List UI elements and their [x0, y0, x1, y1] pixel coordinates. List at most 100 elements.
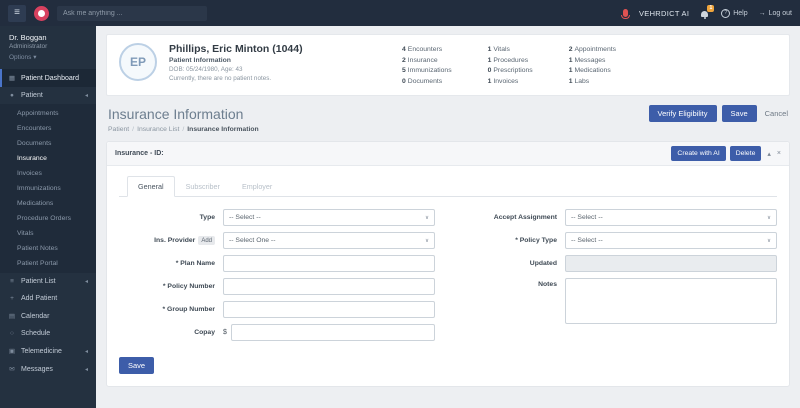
chevron-down-icon: ▾ [33, 54, 36, 61]
verify-eligibility-button[interactable]: Verify Eligibility [649, 105, 717, 122]
cancel-button[interactable]: Cancel [765, 109, 788, 118]
sidebar: Dr. Boggan Administrator Options ▾ ▦ Pat… [0, 26, 96, 408]
search-input[interactable] [57, 6, 207, 21]
user-name: Dr. Boggan [9, 33, 87, 42]
topbar: ≡ VEHRDICT AI 1 ? Help → Log out [0, 0, 800, 26]
form-row-group-number: * Group Number [119, 301, 435, 318]
selected-value: -- Select One -- [229, 237, 275, 244]
sidebar-item-medications[interactable]: Medications [0, 196, 96, 211]
chevron-down-icon: ∨ [425, 238, 429, 244]
insurance-form: Type -- Select -- ∨ Ins. Provider Add [119, 209, 777, 347]
chevron-down-icon: ∨ [425, 215, 429, 221]
stat-prescriptions: 0Prescriptions [488, 66, 533, 77]
notes-textarea[interactable] [565, 278, 777, 324]
collapse-icon[interactable]: ▴ [767, 150, 771, 158]
sidebar-item-procedure-orders[interactable]: Procedure Orders [0, 211, 96, 226]
save-button-bottom[interactable]: Save [119, 357, 154, 374]
sidebar-item-label: Patient Dashboard [21, 75, 79, 82]
sidebar-item-vitals[interactable]: Vitals [0, 226, 96, 241]
help-icon: ? [721, 9, 730, 18]
stats-column: 4Encounters 2Insurance 5Immunizations 0D… [402, 45, 452, 87]
panel-actions: Create with AI Delete ▴ × [671, 146, 781, 161]
form-column-right: Accept Assignment -- Select -- ∨ * Polic… [461, 209, 777, 347]
sidebar-item-patient-notes[interactable]: Patient Notes [0, 241, 96, 256]
page-actions: Verify Eligibility Save Cancel [649, 105, 789, 122]
stat-documents: 0Documents [402, 77, 452, 88]
accept-assignment-select[interactable]: -- Select -- ∨ [565, 209, 777, 226]
logout-button[interactable]: → Log out [759, 10, 792, 17]
sidebar-item-patient-dashboard[interactable]: ▦ Patient Dashboard [0, 69, 96, 87]
microphone-icon[interactable] [623, 9, 628, 17]
sidebar-item-messages[interactable]: ✉ Messages ◂ [0, 360, 96, 378]
patient-info: Phillips, Eric Minton (1044) Patient Inf… [169, 43, 354, 87]
telemedicine-icon: ▣ [8, 347, 16, 355]
delete-button[interactable]: Delete [730, 146, 762, 161]
sidebar-item-documents[interactable]: Documents [0, 136, 96, 151]
group-number-input[interactable] [223, 301, 435, 318]
patient-name: Phillips, Eric Minton (1044) [169, 43, 354, 55]
brand-logo-mark [38, 10, 45, 17]
sidebar-item-patient-list[interactable]: ≡ Patient List ◂ [0, 273, 96, 290]
plan-name-input[interactable] [223, 255, 435, 272]
breadcrumb-insurance-list[interactable]: Insurance List [137, 126, 179, 133]
sidebar-item-invoices[interactable]: Invoices [0, 166, 96, 181]
updated-input [565, 255, 777, 272]
sidebar-item-add-patient[interactable]: + Add Patient [0, 290, 96, 307]
create-with-ai-button[interactable]: Create with AI [671, 146, 725, 161]
page-title: Insurance Information [108, 106, 243, 122]
notes-label: Notes [461, 278, 565, 288]
sidebar-item-label: Patient List [21, 278, 56, 285]
stat-medications: 1Medications [569, 66, 616, 77]
menu-button[interactable]: ≡ [8, 5, 26, 22]
patient-submenu: Appointments Encounters Documents Insura… [0, 104, 96, 273]
sidebar-item-appointments[interactable]: Appointments [0, 106, 96, 121]
menu-icon: ≡ [14, 8, 20, 18]
sidebar-item-patient-portal[interactable]: Patient Portal [0, 256, 96, 271]
brand-logo[interactable] [34, 6, 49, 21]
sidebar-item-patient[interactable]: ● Patient ◂ [0, 87, 96, 104]
help-button[interactable]: ? Help [721, 9, 747, 18]
type-label: Type [119, 214, 223, 221]
patient-icon: ● [8, 92, 16, 99]
selected-value: -- Select -- [229, 214, 261, 221]
sidebar-item-encounters[interactable]: Encounters [0, 121, 96, 136]
form-row-notes: Notes [461, 278, 777, 324]
form-column-left: Type -- Select -- ∨ Ins. Provider Add [119, 209, 435, 347]
patient-summary-card: EP Phillips, Eric Minton (1044) Patient … [106, 34, 790, 96]
breadcrumb-patient[interactable]: Patient [108, 126, 129, 133]
tab-employer[interactable]: Employer [231, 176, 283, 197]
form-row-updated: Updated [461, 255, 777, 272]
form-row-provider: Ins. Provider Add -- Select One -- ∨ [119, 232, 435, 249]
panel-header: Insurance - ID: Create with AI Delete ▴ … [107, 142, 789, 166]
policy-type-select[interactable]: -- Select -- ∨ [565, 232, 777, 249]
tab-general[interactable]: General [127, 176, 175, 197]
patient-dob: DOB: 05/24/1980, Age: 43 [169, 66, 354, 73]
user-role: Administrator [9, 43, 87, 50]
type-select[interactable]: -- Select -- ∨ [223, 209, 435, 226]
options-dropdown[interactable]: Options ▾ [9, 53, 87, 61]
save-button-top[interactable]: Save [722, 105, 757, 122]
sidebar-item-calendar[interactable]: ▤ Calendar [0, 307, 96, 325]
sidebar-item-immunizations[interactable]: Immunizations [0, 181, 96, 196]
form-row-accept-assignment: Accept Assignment -- Select -- ∨ [461, 209, 777, 226]
add-patient-icon: + [8, 295, 16, 302]
sidebar-item-telemedicine[interactable]: ▣ Telemedicine ◂ [0, 342, 96, 360]
form-row-copay: Copay $ [119, 324, 435, 341]
main-content: EP Phillips, Eric Minton (1044) Patient … [96, 26, 800, 408]
stats-column: 1Vitals 1Procedures 0Prescriptions 1Invo… [488, 45, 533, 87]
copay-input[interactable] [231, 324, 435, 341]
close-icon[interactable]: × [777, 150, 781, 157]
sidebar-item-schedule[interactable]: ○ Schedule [0, 325, 96, 342]
sidebar-item-label: Messages [21, 366, 53, 373]
panel-body: General Subscriber Employer Type -- Sele… [107, 166, 789, 386]
policy-number-input[interactable] [223, 278, 435, 295]
copay-group: $ [223, 324, 435, 341]
tab-subscriber[interactable]: Subscriber [175, 176, 231, 197]
patient-info-label: Patient Information [169, 57, 354, 64]
notifications-button[interactable]: 1 [700, 8, 710, 19]
add-provider-button[interactable]: Add [198, 236, 215, 245]
provider-select[interactable]: -- Select One -- ∨ [223, 232, 435, 249]
patient-stats: 4Encounters 2Insurance 5Immunizations 0D… [402, 43, 616, 87]
sidebar-item-insurance[interactable]: Insurance [0, 151, 96, 166]
brand-name: VEHRDICT AI [639, 9, 689, 18]
